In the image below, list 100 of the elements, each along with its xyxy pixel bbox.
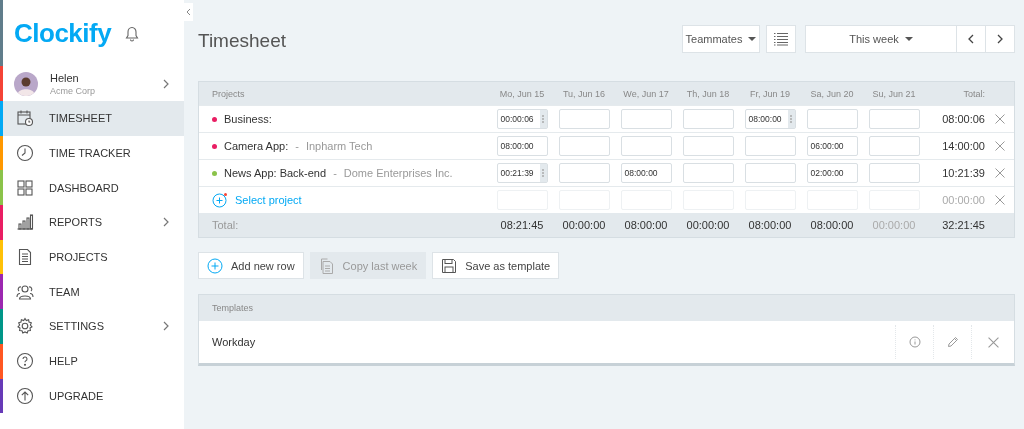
column-header: Total: — [962, 88, 985, 99]
time-input[interactable]: 00:21:39 — [496, 163, 548, 183]
time-input[interactable] — [806, 109, 858, 129]
row-total: 14:00:00 — [941, 140, 985, 152]
company-name: Acme Corp — [50, 85, 96, 96]
collapse-button[interactable] — [184, 3, 193, 21]
calendar-clock-icon — [16, 109, 34, 128]
close-icon[interactable] — [987, 336, 999, 348]
nav-item[interactable]: REPORTS — [0, 205, 184, 240]
row-total: 00:00:00 — [941, 194, 985, 206]
day-total: 00:00:00 — [685, 219, 731, 231]
column-header: Fr, Jun 19 — [749, 88, 791, 99]
info-icon[interactable] — [908, 336, 921, 348]
nav-item[interactable]: SETTINGS — [0, 309, 184, 344]
user-menu[interactable]: Helen Acme Corp — [0, 66, 184, 101]
caret-icon — [748, 36, 757, 41]
client-name: Dome Enterprises Inc. — [343, 167, 453, 179]
total-label: Total: — [211, 219, 240, 231]
week-dropdown[interactable]: This week — [805, 24, 957, 53]
upload-icon — [16, 386, 34, 405]
time-input[interactable]: 06:00:00 — [806, 136, 858, 156]
day-total: 08:00:00 — [747, 219, 793, 231]
separator: - — [295, 140, 299, 152]
day-total: 00:00:00 — [871, 219, 917, 231]
list-view-button[interactable] — [766, 24, 796, 53]
time-input[interactable] — [868, 109, 920, 129]
column-header: Mo, Jun 15 — [498, 88, 546, 99]
bar-chart-icon — [16, 213, 34, 232]
time-input[interactable]: 08:00:00 — [496, 136, 548, 156]
time-input[interactable] — [558, 109, 610, 129]
nav-item[interactable]: TIME TRACKER — [0, 135, 184, 171]
chevron-left-icon — [968, 33, 974, 44]
column-header: Sa, Jun 20 — [809, 88, 855, 99]
close-icon[interactable] — [994, 114, 1005, 124]
time-input[interactable] — [868, 136, 920, 156]
time-input[interactable] — [744, 136, 796, 156]
settings-icon — [16, 317, 34, 336]
teammates-dropdown[interactable]: Teammates — [682, 24, 760, 53]
separator: - — [333, 167, 337, 179]
day-total: 08:00:00 — [809, 219, 855, 231]
nav-item[interactable]: TIMESHEET — [0, 101, 184, 136]
avatar — [14, 71, 38, 96]
time-input[interactable]: 00:00:06 — [496, 109, 548, 129]
chevron-right-icon — [163, 321, 169, 332]
time-input[interactable] — [558, 136, 610, 156]
time-input[interactable] — [682, 163, 734, 183]
action-button[interactable]: Save as template — [432, 252, 560, 279]
column-header: We, Jun 17 — [622, 88, 670, 99]
previous-week-button[interactable] — [957, 24, 986, 53]
grand-total: 32:21:45 — [941, 219, 985, 231]
grid-icon — [16, 178, 34, 197]
user-name: Helen — [50, 71, 80, 84]
close-icon[interactable] — [994, 168, 1005, 178]
time-input[interactable] — [682, 136, 734, 156]
chevron-left-icon — [186, 8, 191, 16]
logo: Clockify — [14, 17, 112, 49]
nav-item[interactable]: PROJECTS — [0, 239, 184, 275]
next-week-button[interactable] — [986, 24, 1015, 53]
action-button[interactable]: Add new row — [198, 252, 304, 279]
time-input[interactable] — [620, 109, 672, 129]
project-name: Camera App: — [224, 140, 289, 152]
people-icon — [16, 282, 34, 301]
time-input[interactable]: 02:00:00 — [806, 163, 858, 183]
row-total: 08:00:06 — [941, 113, 985, 125]
time-input[interactable] — [558, 163, 610, 183]
section-header: Templates — [212, 303, 254, 313]
list-icon — [773, 31, 789, 46]
document-icon — [16, 248, 34, 267]
day-total: 08:21:45 — [499, 219, 545, 231]
day-total: 08:00:00 — [623, 219, 669, 231]
client-name: Inpharm Tech — [305, 140, 373, 152]
nav-item[interactable]: HELP — [0, 343, 184, 379]
nav-item[interactable]: DASHBOARD — [0, 170, 184, 206]
plus-circle-icon — [212, 192, 228, 208]
edit-icon[interactable] — [946, 336, 959, 348]
caret-icon — [904, 36, 913, 41]
time-input[interactable]: 08:00:00 — [620, 163, 672, 183]
time-input[interactable] — [868, 163, 920, 183]
column-header: Tu, Jun 16 — [561, 88, 607, 99]
time-input[interactable] — [620, 136, 672, 156]
nav-item[interactable]: TEAM — [0, 274, 184, 310]
template-name: Workday — [212, 336, 257, 348]
nav-item[interactable]: UPGRADE — [0, 378, 184, 414]
column-header: Su, Jun 21 — [871, 88, 917, 99]
project-name: Business: — [224, 113, 272, 125]
time-input[interactable] — [744, 163, 796, 183]
help-icon — [16, 352, 34, 371]
time-input[interactable] — [682, 109, 734, 129]
page-title: Timesheet — [198, 29, 286, 52]
project-name: News App: Back-end — [224, 167, 327, 179]
plus-circle-icon — [207, 257, 223, 274]
copy-icon — [318, 257, 335, 274]
clock-icon — [16, 144, 34, 163]
bell-icon[interactable] — [125, 26, 140, 42]
close-icon[interactable] — [994, 141, 1005, 151]
day-total: 00:00:00 — [561, 219, 607, 231]
close-icon[interactable] — [994, 195, 1005, 205]
column-header: Th, Jun 18 — [685, 88, 731, 99]
row-total: 10:21:39 — [941, 167, 985, 179]
time-input[interactable]: 08:00:00 — [744, 109, 796, 129]
